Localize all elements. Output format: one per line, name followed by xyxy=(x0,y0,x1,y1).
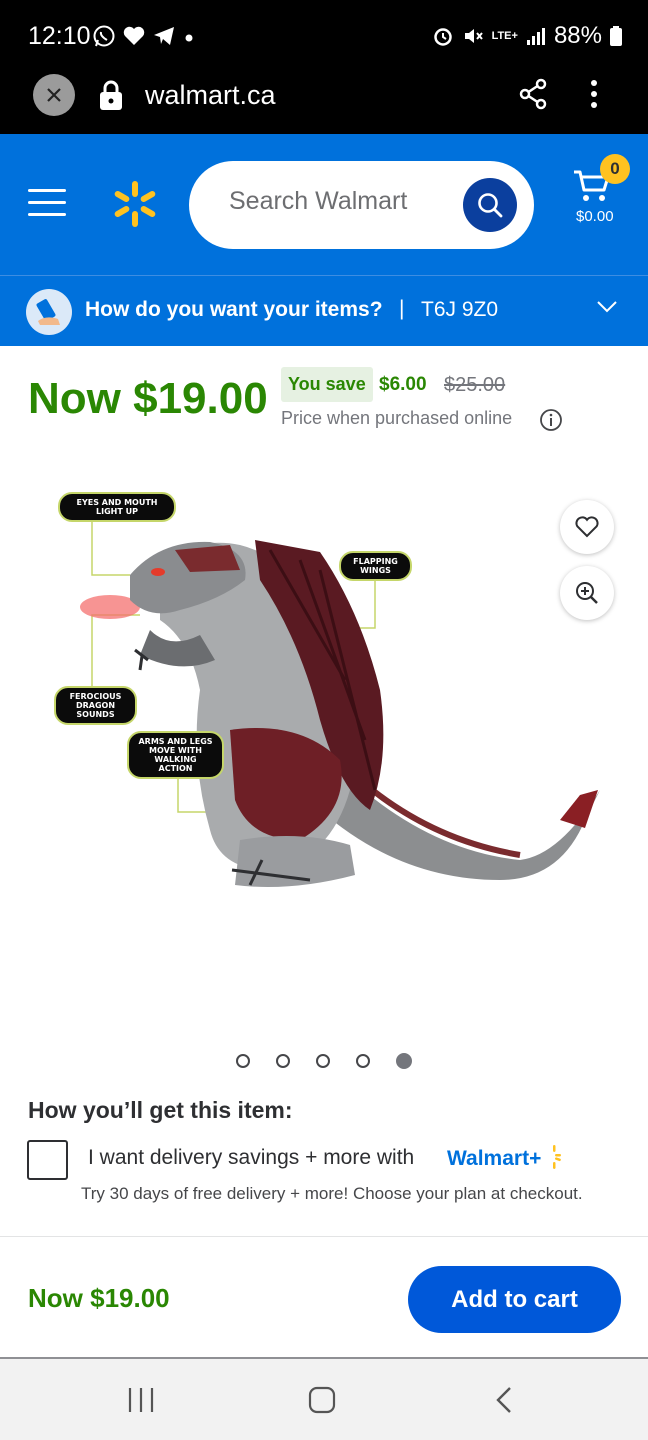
hamburger-icon xyxy=(28,189,66,192)
delivery-icon xyxy=(26,289,72,335)
search-input[interactable] xyxy=(229,187,449,216)
price-note: Price when purchased online xyxy=(281,408,513,428)
product-image[interactable] xyxy=(0,460,648,1030)
search-icon xyxy=(478,193,503,218)
back-icon[interactable] xyxy=(492,1385,516,1415)
search-bar xyxy=(189,161,534,249)
add-to-cart-button[interactable]: Add to cart xyxy=(408,1266,621,1333)
fulfillment-question: How do you want your items? xyxy=(85,298,383,321)
chevron-down-icon xyxy=(597,301,617,313)
location-separator: | xyxy=(399,297,405,320)
browser-url-bar: walmart.ca xyxy=(0,72,648,134)
carousel-dot-2[interactable] xyxy=(276,1054,290,1068)
walmart-spark-logo[interactable] xyxy=(112,180,158,228)
fulfillment-heading: How you’ll get this item: xyxy=(28,1097,293,1123)
more-vert-icon[interactable] xyxy=(582,78,606,110)
carousel-dot-5[interactable] xyxy=(396,1053,412,1069)
notification-dot-icon xyxy=(185,34,193,42)
heart-icon xyxy=(575,516,599,538)
carousel-dots xyxy=(236,1053,412,1069)
was-price: $25.00 xyxy=(444,374,506,396)
battery-icon xyxy=(610,26,622,46)
url-text[interactable]: walmart.ca xyxy=(145,80,276,111)
walmart-plus-checkbox[interactable] xyxy=(27,1140,68,1180)
postal-code: T6J 9Z0 xyxy=(421,298,499,321)
battery-percent: 88% xyxy=(553,22,602,49)
carousel-dot-1[interactable] xyxy=(236,1054,250,1068)
you-save-badge: You save xyxy=(281,367,373,402)
status-time: 12:10 xyxy=(28,22,91,50)
network-type: LTE+ xyxy=(491,29,518,42)
close-tab-button[interactable] xyxy=(33,74,75,116)
walmart-plus-subtext: Try 30 days of free delivery + more! Cho… xyxy=(81,1184,583,1203)
info-icon[interactable] xyxy=(539,408,563,432)
alarm-icon xyxy=(433,28,452,46)
heart-chat-icon xyxy=(123,26,145,45)
status-bar: 12:10 LTE+ 88% xyxy=(0,0,648,72)
callout-arms: ARMS AND LEGS MOVE WITH WALKING ACTION xyxy=(127,731,224,779)
cart-button[interactable]: 0 $0.00 xyxy=(572,154,632,228)
close-icon xyxy=(47,88,61,102)
recent-apps-icon[interactable] xyxy=(127,1385,155,1415)
system-navigation-bar xyxy=(0,1359,648,1440)
walmart-plus-logo: Walmart+ xyxy=(447,1145,562,1171)
site-header: 0 $0.00 xyxy=(0,134,648,275)
zoom-in-icon xyxy=(576,582,598,604)
carousel-dot-4[interactable] xyxy=(356,1054,370,1068)
save-amount: $6.00 xyxy=(379,374,427,395)
walmart-plus-spark-icon xyxy=(553,1145,562,1169)
signal-icon xyxy=(526,28,545,45)
cart-count-badge: 0 xyxy=(600,154,630,184)
whatsapp-icon xyxy=(93,25,115,47)
cart-total: $0.00 xyxy=(576,208,614,225)
lock-icon[interactable] xyxy=(98,78,124,112)
zoom-button[interactable] xyxy=(560,566,614,620)
product-image-carousel[interactable]: EYES AND MOUTH LIGHT UP FLAPPING WINGS F… xyxy=(0,460,648,1030)
carousel-dot-3[interactable] xyxy=(316,1054,330,1068)
home-icon[interactable] xyxy=(307,1385,337,1415)
share-icon[interactable] xyxy=(518,78,548,110)
sticky-footer: Now $19.00 Add to cart xyxy=(0,1236,648,1359)
checkbox-label: I want delivery savings + more with xyxy=(88,1146,415,1169)
current-price: Now $19.00 xyxy=(28,374,268,423)
fulfillment-location-bar[interactable]: How do you want your items? | T6J 9Z0 xyxy=(0,275,648,346)
menu-button[interactable] xyxy=(28,189,66,219)
footer-price: Now $19.00 xyxy=(28,1283,170,1313)
search-button[interactable] xyxy=(463,178,517,232)
walmart-plus-text: Walmart+ xyxy=(447,1147,542,1170)
telegram-icon xyxy=(154,27,174,45)
mute-icon xyxy=(464,29,483,43)
callout-eyes: EYES AND MOUTH LIGHT UP xyxy=(58,492,176,522)
callout-sounds: FEROCIOUS DRAGON SOUNDS xyxy=(54,686,137,725)
callout-wings: FLAPPING WINGS xyxy=(339,551,412,581)
favorite-button[interactable] xyxy=(560,500,614,554)
